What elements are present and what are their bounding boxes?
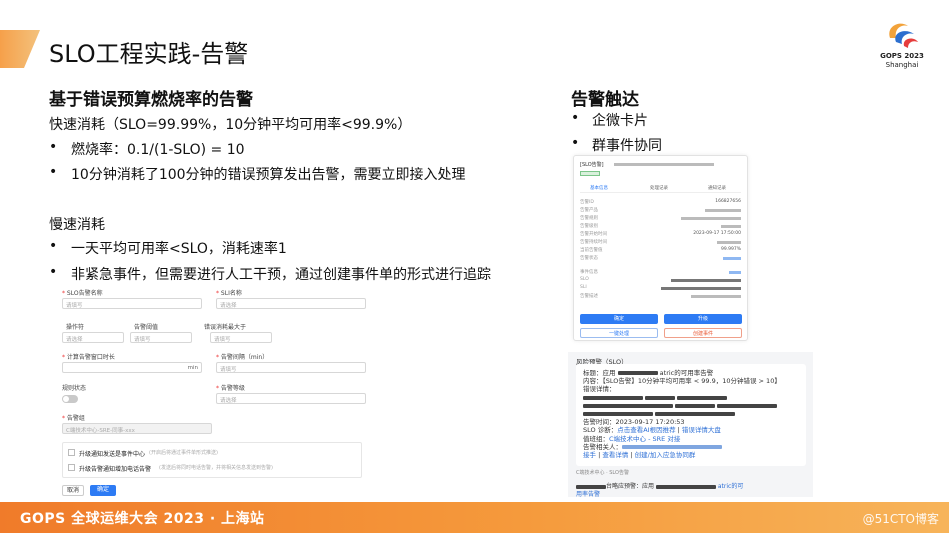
slow-burn-bullet-1: 一天平均可用率<SLO，消耗速率1 <box>71 241 287 257</box>
card-tab[interactable]: 处理记录 <box>650 185 668 191</box>
sli-name-select[interactable]: 请选择 <box>216 298 366 309</box>
gops-logo: GOPS 2023 Shanghai <box>876 18 928 76</box>
form-label: * 告警组 <box>62 415 85 422</box>
form-label: * 计算告警窗口时长 <box>62 354 115 361</box>
card-row: 告警级别 <box>580 223 741 230</box>
ok-button[interactable]: 确定 <box>90 485 116 496</box>
footer-text: GOPS 全球运维大会 2023 · 上海站 <box>20 511 265 527</box>
card-tabs: 基本信息 处理记录 通知记录 <box>580 184 741 193</box>
card-header: [SLO告警] <box>580 162 604 168</box>
slo-alert-form-screenshot: * SLO告警名称 请填写 * SLI名称 请选择 操作符 告警阈值 错误消耗最… <box>58 282 373 497</box>
card-status-tag <box>580 171 600 176</box>
form-label: * SLO告警名称 <box>62 290 103 297</box>
wecom-card-screenshot: [SLO告警] 基本信息 处理记录 通知记录 告警ID 166827656 告警产… <box>573 155 748 341</box>
card-confirm-button[interactable]: 确定 <box>580 314 658 324</box>
bullet-mark: • <box>49 139 58 155</box>
accept-link[interactable]: 接手 <box>583 451 596 459</box>
form-label: * 告警等级 <box>216 385 245 392</box>
card-row: 告警ID 166827656 <box>580 199 741 205</box>
threshold-input[interactable]: 请填写 <box>130 332 192 343</box>
title-accent-shape <box>0 30 40 68</box>
card-tab[interactable]: 通知记录 <box>708 185 726 191</box>
watermark: @51CTO博客 <box>862 512 939 526</box>
card-header-redacted <box>614 163 714 166</box>
alert-group-select[interactable]: C端技术中心-SRE-同事-xxx <box>62 423 212 434</box>
form-label: 规则状态 <box>62 385 87 392</box>
slide-title: SLO工程实践-告警 <box>49 40 249 68</box>
card-row: 告警描述 <box>580 293 741 300</box>
chat-tail-message-2: 用率告警 <box>576 491 601 498</box>
card-row: SLI <box>580 285 741 292</box>
logo-text: GOPS 2023 <box>880 52 924 60</box>
bullet-mark: • <box>571 135 580 151</box>
operator-select[interactable]: 请选择 <box>62 332 124 343</box>
fast-burn-bullet-1: 燃烧率：0.1/(1-SLO) = 10 <box>71 142 245 158</box>
cancel-button[interactable]: 取消 <box>62 485 84 496</box>
option-note: (开启后将通过事件单形式推送) <box>149 450 218 456</box>
card-escalate-button[interactable]: 升级 <box>664 314 742 324</box>
right-bullet-2: 群事件协同 <box>592 138 662 154</box>
card-quick-handle-button[interactable]: 一键处理 <box>580 328 658 338</box>
window-duration-input[interactable]: min <box>62 362 202 373</box>
rule-status-toggle[interactable] <box>62 395 78 403</box>
bullet-mark: • <box>571 110 580 126</box>
slow-burn-bullet-2: 非紧急事件，但需要进行人工干预，通过创建事件单的形式进行追踪 <box>71 267 491 283</box>
group-event-chat-screenshot: 风险预警（SLO） 标题：应用 atric的可用率告警 内容：【SLO告警】10… <box>568 352 813 498</box>
column-header: 告警阈值 <box>134 324 159 331</box>
bullet-mark: • <box>49 164 58 180</box>
bullet-mark: • <box>49 238 58 254</box>
left-heading: 基于错误预算燃烧率的告警 <box>49 90 253 110</box>
option-label: 升级告警通知增加电话告警 <box>79 466 152 473</box>
card-row: 事件信息 <box>580 269 741 276</box>
right-heading: 告警触达 <box>571 90 639 110</box>
card-tab[interactable]: 基本信息 <box>590 185 608 191</box>
card-row: 当前告警值 99.997% <box>580 247 741 253</box>
error-budget-input[interactable]: 请填写 <box>210 332 272 343</box>
chat-tail-message: 台略应预警：应用 atric的可 <box>576 481 743 490</box>
option-note: (发送后将同时电话告警，并将相关信息发送到告警) <box>159 465 273 471</box>
alert-level-select[interactable]: 请选择 <box>216 393 366 404</box>
column-header: 操作符 <box>66 324 85 331</box>
column-header: 错误消耗最大于 <box>204 324 247 331</box>
view-details-link[interactable]: 查看详情 <box>602 451 628 459</box>
card-create-event-button[interactable]: 创建事件 <box>664 328 742 338</box>
options-panel: 升级通知发送是事件中心 (开启后将通过事件单形式推送) 升级告警通知增加电话告警… <box>62 442 362 478</box>
card-row: 告警规则 <box>580 215 741 222</box>
card-row: 告警状态 <box>580 255 741 262</box>
fast-burn-bullet-2: 10分钟消耗了100分钟的错误预算发出告警，需要立即接入处理 <box>71 167 466 183</box>
ai-root-cause-link[interactable]: 点击查看AI根因推荐 <box>617 426 675 434</box>
chat-source: C端技术中心 · SLO告警 <box>576 470 629 476</box>
footer-bar: GOPS 全球运维大会 2023 · 上海站 @51CTO博客 <box>0 502 949 533</box>
chat-message-bubble: 标题：应用 atric的可用率告警 内容：【SLO告警】10分钟平均可用率 < … <box>576 364 806 466</box>
bullet-mark: • <box>49 264 58 280</box>
logo-subtext: Shanghai <box>885 61 919 69</box>
fast-burn-label: 快速消耗（SLO=99.99%，10分钟平均可用率<99.9%） <box>49 117 412 133</box>
slow-burn-label: 慢速消耗 <box>49 217 105 233</box>
slo-alert-name-input[interactable]: 请填写 <box>62 298 202 309</box>
gops-logo-icon <box>889 23 918 48</box>
card-row: SLO <box>580 277 741 284</box>
card-row: 告警持续时间 <box>580 239 741 246</box>
phone-alert-checkbox[interactable] <box>68 464 75 471</box>
error-dashboard-link[interactable]: 错误详情大盘 <box>682 426 721 434</box>
escalate-event-checkbox[interactable] <box>68 449 75 456</box>
option-label: 升级通知发送是事件中心 <box>79 451 146 458</box>
alert-interval-input[interactable]: 请填写 <box>216 362 366 373</box>
card-row: 告警开始时间 2023-09-17 17:50:00 <box>580 231 741 237</box>
right-bullet-1: 企微卡片 <box>592 113 648 129</box>
card-row: 告警产品 <box>580 207 741 214</box>
form-label: * SLI名称 <box>216 290 242 297</box>
form-label: * 告警间隔（min） <box>216 354 269 361</box>
join-war-room-link[interactable]: 创建/加入应急协同群 <box>635 451 696 459</box>
